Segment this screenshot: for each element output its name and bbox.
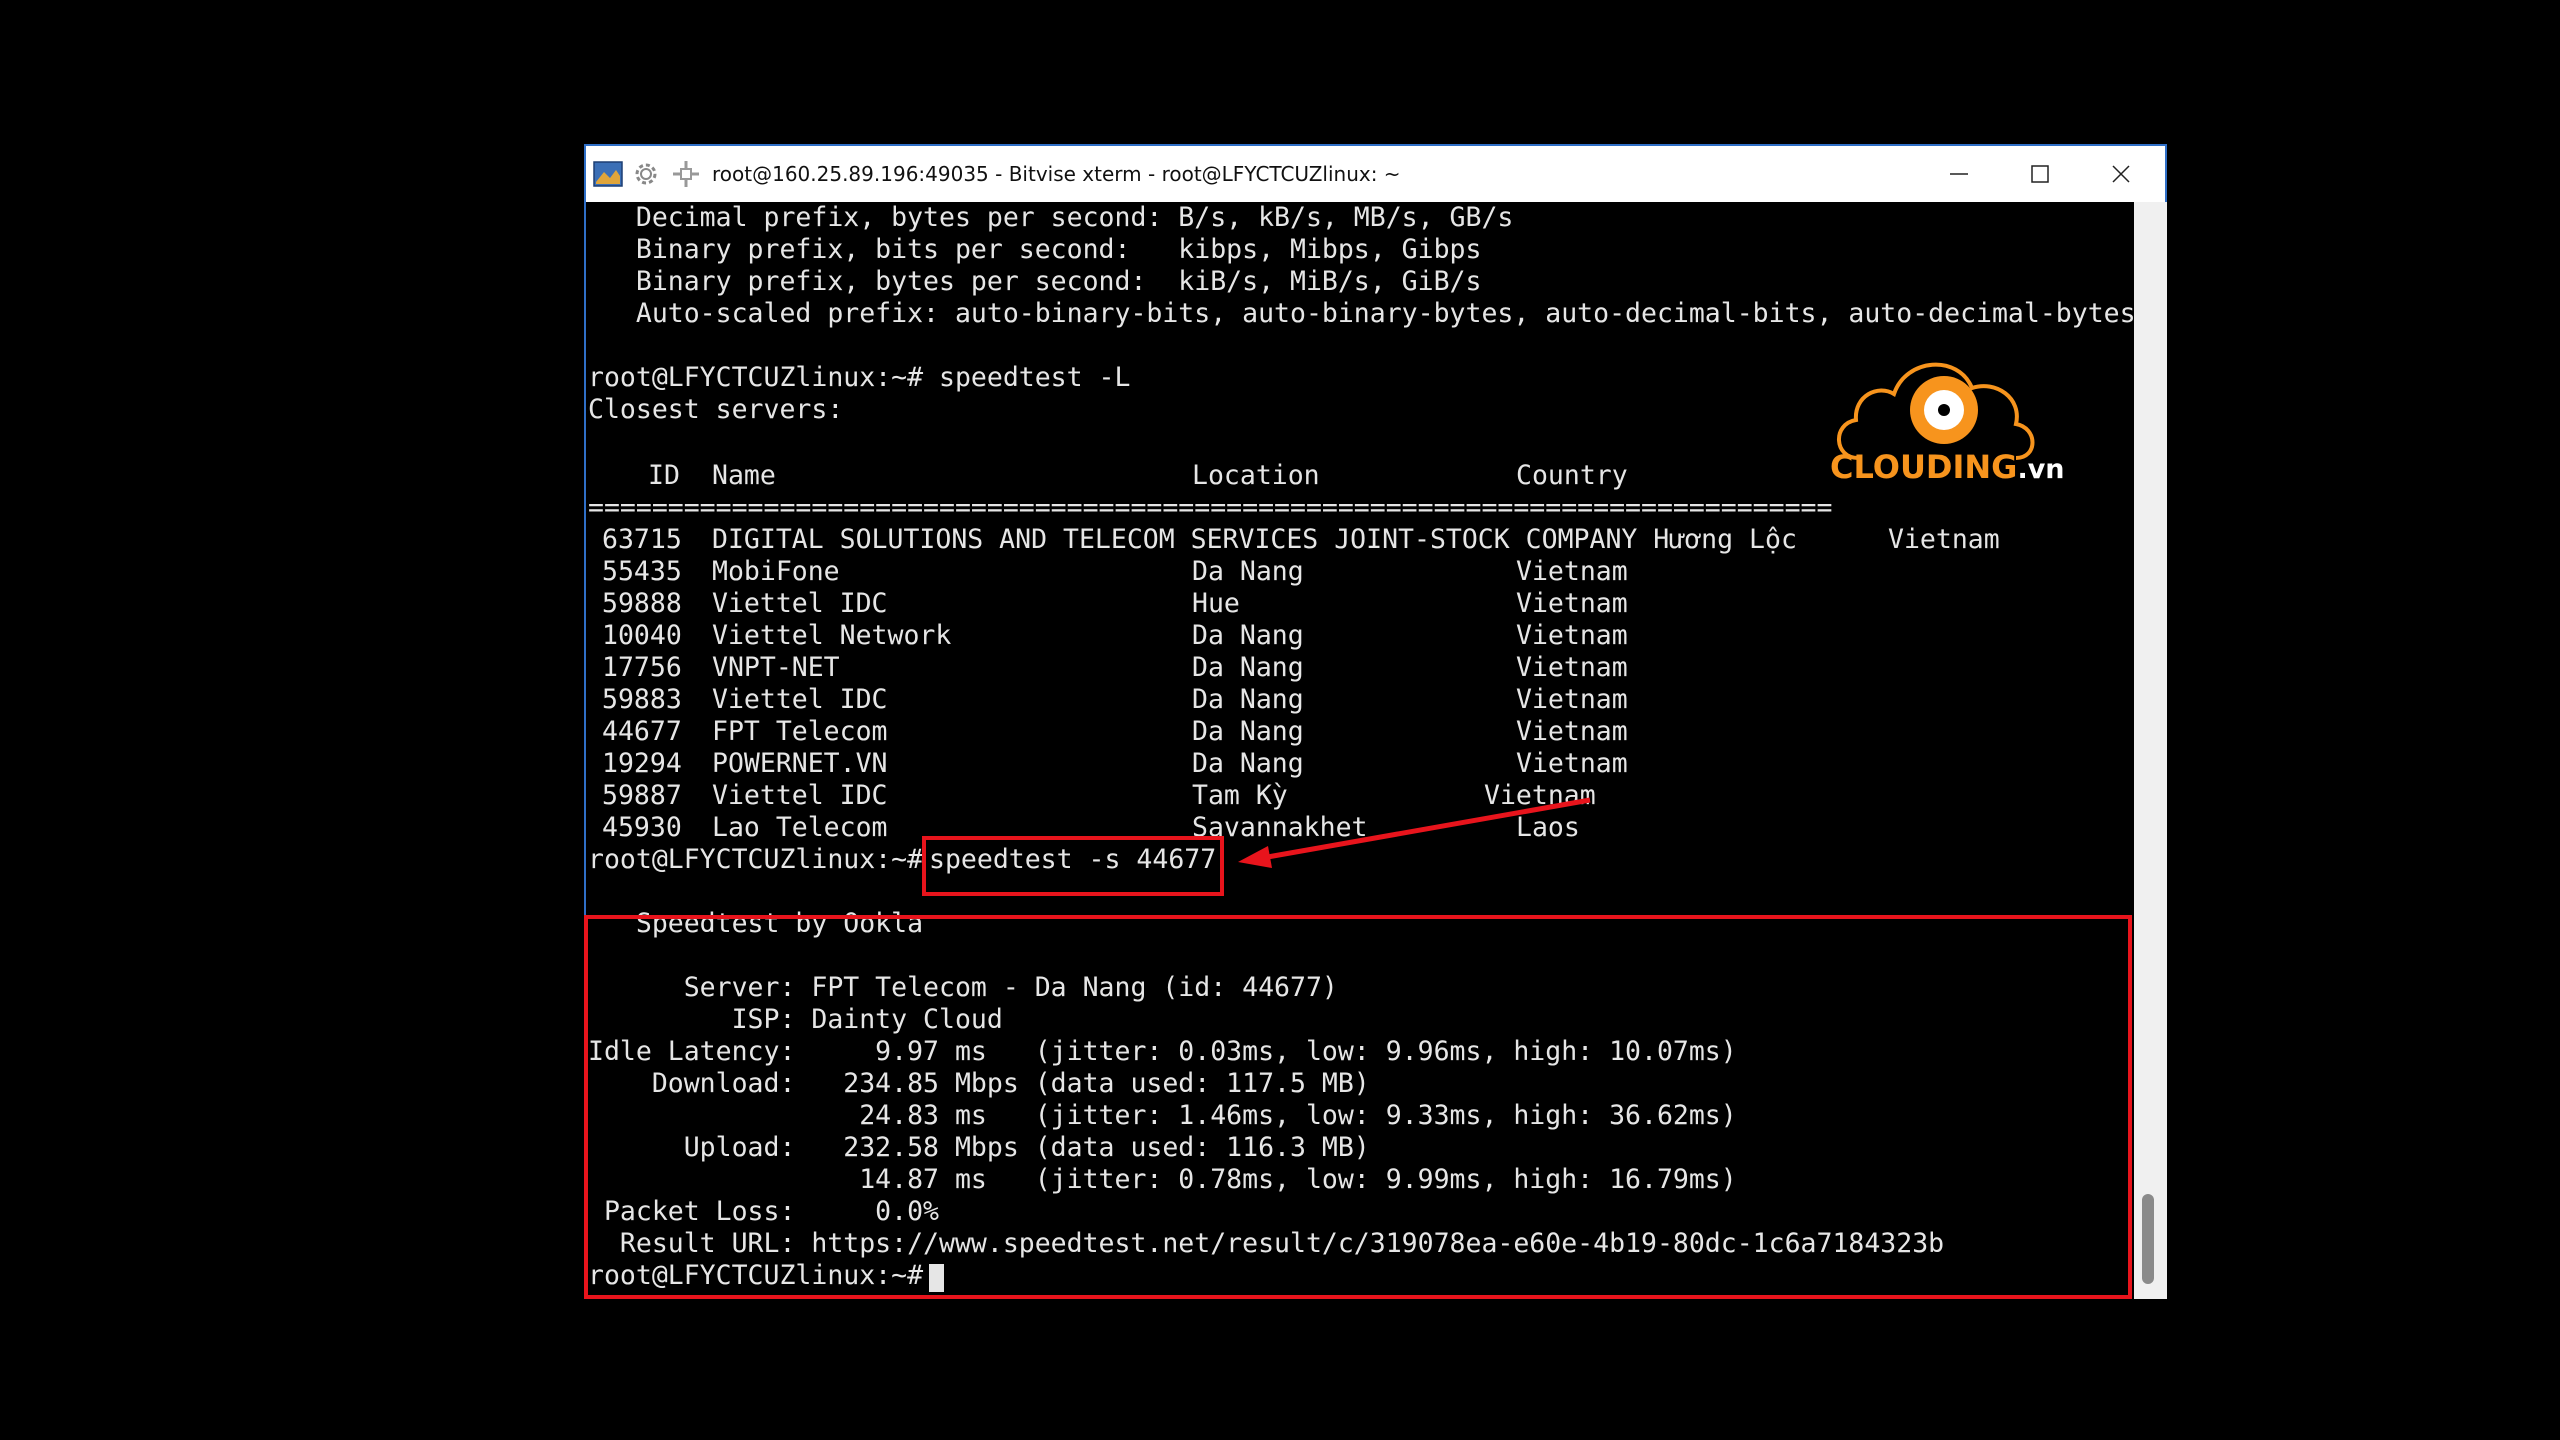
table-separator: ========================================… [588, 492, 1833, 523]
server-country: Laos [1516, 812, 1580, 843]
terminal-line: Binary prefix, bytes per second: kiB/s, … [588, 266, 1482, 297]
logo-text: CLOUDING.vn [1830, 448, 2065, 486]
server-location: Da Nang [1192, 620, 1304, 651]
title-bar[interactable]: root@160.25.89.196:49035 - Bitvise xterm… [586, 146, 2165, 202]
logo-suffix-text: .vn [2017, 454, 2065, 485]
server-name: Viettel IDC [712, 780, 888, 811]
terminal-line: Decimal prefix, bytes per second: B/s, k… [588, 202, 1514, 233]
server-id: 19294 [602, 748, 682, 779]
logo-main-text: CLOUDING [1830, 448, 2018, 486]
server-id: 10040 [602, 620, 682, 651]
server-location: Da Nang [1192, 652, 1304, 683]
server-location: Da Nang [1192, 716, 1304, 747]
server-location: Tam Kỳ [1192, 780, 1288, 811]
server-country: Vietnam [1516, 748, 1628, 779]
server-name: FPT Telecom [712, 716, 888, 747]
close-button[interactable] [2081, 146, 2161, 202]
terminal-line: root@LFYCTCUZlinux:~# speedtest -L [588, 362, 1131, 393]
server-name: DIGITAL SOLUTIONS AND TELECOM SERVICES J… [712, 524, 1797, 555]
server-country: Vietnam [1516, 556, 1628, 587]
vertical-scrollbar[interactable] [2134, 202, 2167, 1299]
server-country: Vietnam [1888, 524, 2000, 555]
header-id: ID [648, 460, 680, 491]
server-name: Viettel IDC [712, 588, 888, 619]
server-name: MobiFone [712, 556, 840, 587]
scrollbar-thumb[interactable] [2142, 1194, 2154, 1284]
server-country: Vietnam [1516, 588, 1628, 619]
server-name: Viettel IDC [712, 684, 888, 715]
server-id: 17756 [602, 652, 682, 683]
server-id: 59883 [602, 684, 682, 715]
terminal-line: Auto-scaled prefix: auto-binary-bits, au… [588, 298, 2134, 329]
new-terminal-icon[interactable] [670, 158, 702, 190]
server-name: POWERNET.VN [712, 748, 888, 779]
maximize-button[interactable] [2000, 146, 2080, 202]
minimize-button[interactable] [1919, 146, 1999, 202]
result-highlight-box [584, 915, 2132, 1299]
server-id: 59888 [602, 588, 682, 619]
server-id: 55435 [602, 556, 682, 587]
header-country: Country [1516, 460, 1628, 491]
server-location: Da Nang [1192, 556, 1304, 587]
maximize-icon [2031, 165, 2049, 183]
server-id: 59887 [602, 780, 682, 811]
command-prompt: root@LFYCTCUZlinux:~# [588, 844, 939, 875]
server-location: Da Nang [1192, 748, 1304, 779]
server-location: Hue [1192, 588, 1240, 619]
server-name: Viettel Network [712, 620, 952, 651]
close-icon [2112, 165, 2130, 183]
server-id: 44677 [602, 716, 682, 747]
server-id: 45930 [602, 812, 682, 843]
server-location: Da Nang [1192, 684, 1304, 715]
settings-icon[interactable] [630, 158, 662, 190]
app-icon[interactable] [592, 158, 624, 190]
server-country: Vietnam [1516, 684, 1628, 715]
terminal-line: Binary prefix, bits per second: kibps, M… [588, 234, 1482, 265]
server-country: Vietnam [1516, 620, 1628, 651]
server-country: Vietnam [1516, 716, 1628, 747]
server-country: Vietnam [1484, 780, 1596, 811]
command-highlight-box [922, 836, 1224, 896]
header-location: Location [1192, 460, 1320, 491]
minimize-icon [1950, 173, 1968, 175]
server-name: Lao Telecom [712, 812, 888, 843]
server-country: Vietnam [1516, 652, 1628, 683]
header-name: Name [712, 460, 776, 491]
server-name: VNPT-NET [712, 652, 840, 683]
window-title: root@160.25.89.196:49035 - Bitvise xterm… [712, 162, 1401, 186]
server-id: 63715 [602, 524, 682, 555]
terminal-line: Closest servers: [588, 394, 844, 425]
